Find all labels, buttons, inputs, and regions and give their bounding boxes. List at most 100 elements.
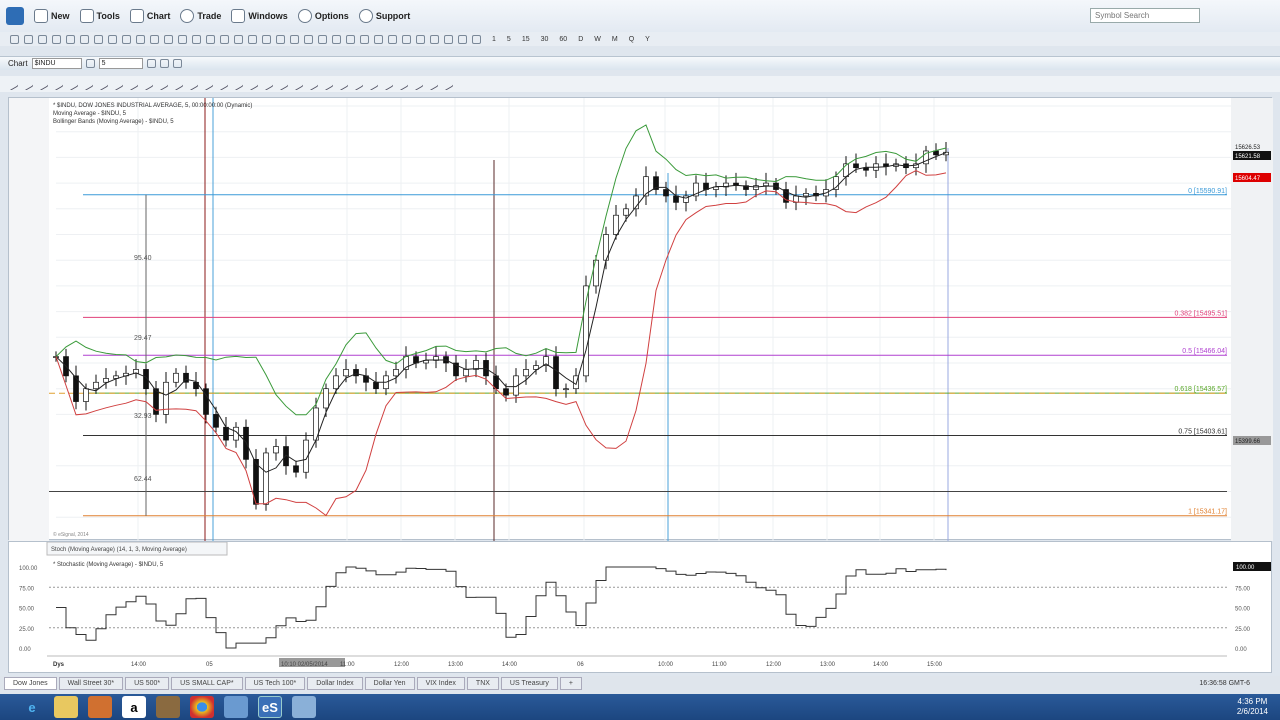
- drawing-tool-icon[interactable]: [351, 77, 364, 91]
- period-button[interactable]: 1: [492, 36, 496, 43]
- toolbar-tool-icon[interactable]: [248, 34, 257, 44]
- toolbar-tool-icon[interactable]: [262, 34, 271, 44]
- drawing-tool-icon[interactable]: [396, 77, 409, 91]
- drawing-tool-icon[interactable]: [156, 77, 169, 91]
- price-chart-panel[interactable]: 15660.0015660.0015640.0015640.0015620.00…: [8, 97, 1273, 541]
- drawing-tool-icon[interactable]: [141, 77, 154, 91]
- period-button[interactable]: D: [578, 36, 583, 43]
- period-button[interactable]: M: [612, 36, 618, 43]
- menu-chart[interactable]: Chart: [129, 9, 170, 23]
- ie-icon[interactable]: e: [20, 696, 44, 718]
- drawing-tool-icon[interactable]: [381, 77, 394, 91]
- menu-windows[interactable]: Windows: [231, 9, 288, 23]
- folder-icon[interactable]: [54, 696, 78, 718]
- drawing-tool-icon[interactable]: [81, 77, 94, 91]
- drawing-tool-icon[interactable]: [321, 77, 334, 91]
- drawing-tool-icon[interactable]: [231, 77, 244, 91]
- toolbar-tool-icon[interactable]: [136, 34, 145, 44]
- amazon-icon[interactable]: a: [122, 696, 146, 718]
- chart-tab[interactable]: Dow Jones: [4, 676, 57, 690]
- toolbar-tool-icon[interactable]: [458, 34, 467, 44]
- chrome-icon[interactable]: [190, 696, 214, 718]
- drawing-tool-icon[interactable]: [291, 77, 304, 91]
- drawing-tool-icon[interactable]: [36, 77, 49, 91]
- toolbar-tool-icon[interactable]: [38, 34, 47, 44]
- drawing-tool-icon[interactable]: [126, 77, 139, 91]
- chart-tab[interactable]: US SMALL CAP*: [171, 676, 243, 690]
- drawing-tool-icon[interactable]: [336, 77, 349, 91]
- menu-options[interactable]: Options: [297, 9, 349, 23]
- toolbar-tool-icon[interactable]: [472, 34, 481, 44]
- drawing-tool-icon[interactable]: [216, 77, 229, 91]
- drawing-tool-icon[interactable]: [261, 77, 274, 91]
- drawing-tool-icon[interactable]: [366, 77, 379, 91]
- chart-tab[interactable]: Dollar Index: [307, 676, 363, 690]
- toolbar-tool-icon[interactable]: [234, 34, 243, 44]
- menu-trade[interactable]: Trade: [180, 9, 221, 23]
- drawing-tool-icon[interactable]: [111, 77, 124, 91]
- chart-tab[interactable]: VIX Index: [416, 676, 465, 690]
- chart-tab[interactable]: US Tech 100*: [244, 676, 306, 690]
- toolbar-tool-icon[interactable]: [402, 34, 411, 44]
- drawing-tool-icon[interactable]: [66, 77, 79, 91]
- chart-tab[interactable]: TNX: [466, 676, 499, 690]
- toolbar-tool-icon[interactable]: [444, 34, 453, 44]
- chart-tab[interactable]: Wall Street 30*: [58, 676, 124, 690]
- toolbar-tool-icon[interactable]: [304, 34, 313, 44]
- symbol-search-input[interactable]: [1090, 8, 1200, 23]
- drawing-tool-icon[interactable]: [171, 77, 184, 91]
- draw-icon[interactable]: [159, 59, 169, 68]
- drawing-tool-icon[interactable]: [246, 77, 259, 91]
- drawing-tool-icon[interactable]: [6, 77, 19, 91]
- toolbar-tool-icon[interactable]: [374, 34, 383, 44]
- toolbar-tool-icon[interactable]: [388, 34, 397, 44]
- chart-tab[interactable]: US 500*: [125, 676, 170, 690]
- period-button[interactable]: Y: [645, 36, 650, 43]
- interval-options-icon[interactable]: [146, 59, 156, 68]
- network-icon[interactable]: [224, 696, 248, 718]
- toolbar-tool-icon[interactable]: [66, 34, 75, 44]
- period-button[interactable]: W: [594, 36, 601, 43]
- toolbar-tool-icon[interactable]: [276, 34, 285, 44]
- menu-tools[interactable]: Tools: [79, 9, 120, 23]
- toolbar-tool-icon[interactable]: [360, 34, 369, 44]
- toolbar-tool-icon[interactable]: [108, 34, 117, 44]
- symbol-input[interactable]: $INDU: [31, 58, 82, 69]
- period-button[interactable]: 15: [522, 36, 530, 43]
- toolbar-tool-icon[interactable]: [10, 34, 19, 44]
- period-button[interactable]: 30: [541, 36, 549, 43]
- app-icon[interactable]: [88, 696, 112, 718]
- drawing-tool-icon[interactable]: [306, 77, 319, 91]
- toolbar-tool-icon[interactable]: [220, 34, 229, 44]
- menu-new[interactable]: New: [34, 9, 70, 23]
- toolbar-tool-icon[interactable]: [332, 34, 341, 44]
- period-button[interactable]: 60: [559, 36, 567, 43]
- toolbar-tool-icon[interactable]: [150, 34, 159, 44]
- toolbar-tool-icon[interactable]: [206, 34, 215, 44]
- chart-tab[interactable]: Dollar Yen: [364, 676, 415, 690]
- esignal-icon[interactable]: eS: [258, 696, 282, 718]
- toolbar-tool-icon[interactable]: [52, 34, 61, 44]
- toolbar-tool-icon[interactable]: [192, 34, 201, 44]
- toolbar-tool-icon[interactable]: [290, 34, 299, 44]
- add-tab-button[interactable]: +: [559, 676, 582, 690]
- toolbar-tool-icon[interactable]: [416, 34, 425, 44]
- toolbar-tool-icon[interactable]: [164, 34, 173, 44]
- drawing-tool-icon[interactable]: [21, 77, 34, 91]
- drawing-tool-icon[interactable]: [426, 77, 439, 91]
- save-icon[interactable]: [292, 696, 316, 718]
- stochastic-panel[interactable]: Stoch (Moving Average) (14, 1, 3, Moving…: [8, 541, 1272, 673]
- drawing-tool-icon[interactable]: [201, 77, 214, 91]
- app-logo-icon[interactable]: [6, 7, 24, 25]
- drawing-tool-icon[interactable]: [441, 77, 454, 91]
- toolbar-tool-icon[interactable]: [80, 34, 89, 44]
- period-button[interactable]: 5: [507, 36, 511, 43]
- toolbar-tool-icon[interactable]: [122, 34, 131, 44]
- period-button[interactable]: Q: [629, 36, 634, 43]
- toolbar-tool-icon[interactable]: [94, 34, 103, 44]
- toolbar-tool-icon[interactable]: [24, 34, 33, 44]
- chart-tab[interactable]: US Treasury: [500, 676, 558, 690]
- app2-icon[interactable]: [156, 696, 180, 718]
- interval-input[interactable]: 5: [98, 58, 143, 69]
- zoom-icon[interactable]: [172, 59, 182, 68]
